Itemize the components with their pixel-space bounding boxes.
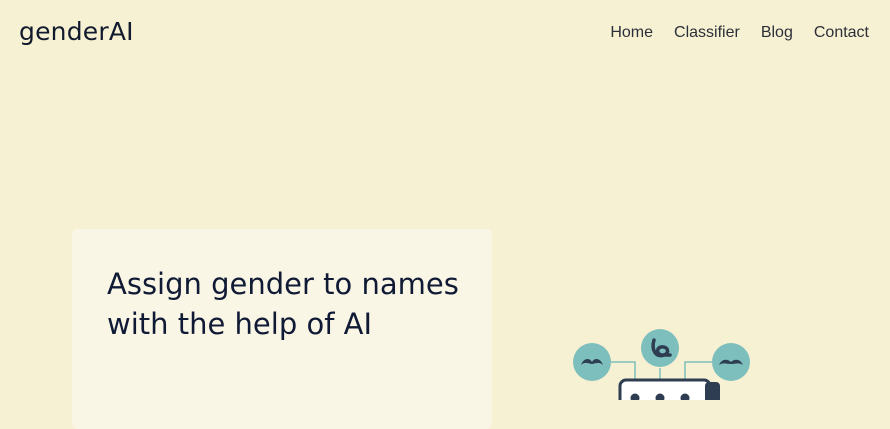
site-logo[interactable]: genderAI	[19, 17, 134, 46]
mustache-icon	[712, 343, 750, 381]
ai-network-illustration	[573, 329, 750, 400]
nav-link-home[interactable]: Home	[610, 24, 653, 42]
nav-link-blog[interactable]: Blog	[761, 24, 793, 42]
hero-card: Assign gender to names with the help of …	[72, 229, 492, 429]
nav-link-contact[interactable]: Contact	[814, 24, 869, 42]
mustache-icon	[573, 343, 611, 381]
hero-title: Assign gender to names with the help of …	[107, 267, 459, 341]
top-navigation-bar: genderAI Home Classifier Blog Contact	[0, 0, 890, 70]
nav-link-classifier[interactable]: Classifier	[674, 24, 740, 42]
lips-icon	[641, 329, 679, 367]
device-icon	[618, 378, 720, 400]
main-nav: Home Classifier Blog Contact	[610, 24, 869, 42]
